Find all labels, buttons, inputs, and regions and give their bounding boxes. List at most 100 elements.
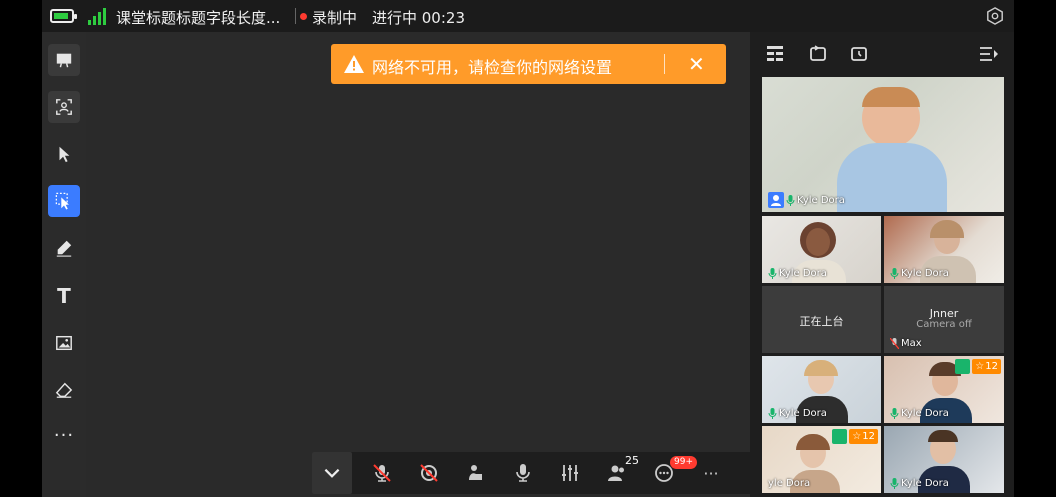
- green-award-icon: [832, 429, 848, 444]
- participant-name-tag: Kyle Dora: [768, 268, 827, 279]
- participant-name: Kyle Dora: [901, 408, 949, 419]
- more-options-button[interactable]: ···: [691, 452, 731, 494]
- toast-message: 网络不可用，请检查你的网络设置: [372, 58, 613, 77]
- mic-on-icon: [768, 408, 777, 419]
- text-tool-label: T: [57, 284, 71, 308]
- screen-share-icon[interactable]: [48, 91, 80, 123]
- signal-icon: [88, 8, 110, 25]
- participant-tile[interactable]: Kyle Dora: [884, 426, 1004, 493]
- camera-off-icon: [420, 464, 438, 482]
- mute-mic-button[interactable]: [362, 452, 402, 494]
- green-award-icon: [955, 359, 971, 374]
- star-count: 12: [985, 361, 998, 372]
- participant-name: Kyle Dora: [797, 194, 845, 206]
- mic-on-icon: [890, 478, 899, 489]
- battery-icon: [50, 9, 77, 23]
- warning-icon: [344, 55, 364, 73]
- select-icon[interactable]: [48, 185, 80, 217]
- mic-off-icon: [373, 464, 391, 482]
- star-count: 12: [862, 431, 875, 442]
- on-stage-status: 正在上台: [799, 315, 844, 328]
- participant-name: Kyle Dora: [779, 408, 827, 419]
- participant-name: Kyle Dora: [779, 268, 827, 279]
- equalizer-icon: [562, 465, 578, 481]
- collapse-controls-button[interactable]: [312, 452, 352, 494]
- participant-tile[interactable]: Kyle Dora: [884, 216, 1004, 283]
- camera-off-button[interactable]: [409, 452, 449, 494]
- collapse-panel-icon[interactable]: [978, 43, 1000, 65]
- more-tools-button[interactable]: ···: [48, 422, 80, 454]
- participant-name-tag: Kyle Dora: [768, 192, 845, 208]
- participants-count: 25: [625, 454, 639, 467]
- participant-name: Max: [901, 338, 922, 349]
- image-icon[interactable]: [48, 327, 80, 359]
- settings-hex-icon[interactable]: [986, 7, 1004, 25]
- text-tool[interactable]: T: [48, 280, 80, 312]
- participant-face: [806, 228, 830, 256]
- whiteboard-toolbar: T ···: [42, 32, 86, 497]
- participant-tile[interactable]: ☆ 12 yle Dora: [762, 426, 881, 493]
- mic-on-icon: [786, 194, 795, 206]
- class-title: 课堂标题标题字段长度...: [116, 9, 281, 27]
- recording-dot-icon: [300, 13, 307, 20]
- pointer-icon[interactable]: [48, 138, 80, 170]
- star-icon: ☆: [852, 431, 862, 442]
- participant-tile[interactable]: Kyle Dora: [762, 216, 881, 283]
- more-tools-label: ···: [53, 424, 75, 446]
- participant-name-tag: Kyle Dora: [890, 478, 949, 489]
- star-icon: ☆: [975, 361, 985, 372]
- switch-view-icon[interactable]: [807, 43, 829, 65]
- participant-tile-status[interactable]: 正在上台: [762, 286, 881, 353]
- app-window: 课堂标题标题字段长度... 录制中 进行中 00:23 T ··· 网络不可用，…: [42, 0, 1014, 497]
- layout-icon[interactable]: [764, 43, 786, 65]
- more-options-label: ···: [703, 463, 719, 483]
- participants-button[interactable]: 25: [597, 452, 639, 494]
- audio-settings-button[interactable]: [503, 452, 543, 494]
- stage-seat-icon: [469, 465, 482, 480]
- participant-hair: [796, 434, 830, 450]
- participant-name: yle Dora: [768, 478, 811, 489]
- participant-hair: [862, 87, 920, 107]
- recording-label: 录制中: [312, 9, 358, 27]
- participant-name-tag: yle Dora: [768, 478, 810, 489]
- participant-hair: [804, 360, 838, 376]
- mic-off-icon: [890, 338, 899, 349]
- participant-name-tag: Kyle Dora: [890, 268, 949, 279]
- reward-badge: ☆ 12: [955, 359, 1001, 374]
- toast-close-button[interactable]: ✕: [688, 52, 705, 76]
- class-progress-timer: 进行中 00:23: [372, 9, 465, 27]
- chevron-down-icon: [324, 468, 340, 478]
- rotate-view-icon[interactable]: [848, 43, 870, 65]
- whiteboard-canvas[interactable]: [86, 32, 750, 497]
- participant-tile[interactable]: ☆ 12 Kyle Dora: [884, 356, 1004, 423]
- participant-tile[interactable]: Kyle Dora: [762, 356, 881, 423]
- whiteboard-icon[interactable]: [48, 44, 80, 76]
- reward-badge: ☆ 12: [832, 429, 878, 444]
- participant-name-tag: Kyle Dora: [890, 408, 949, 419]
- status-bar: 课堂标题标题字段长度... 录制中 进行中 00:23: [42, 0, 1014, 32]
- divider: [295, 8, 296, 24]
- participant-tile-host[interactable]: Kyle Dora: [762, 77, 1004, 212]
- star-count-badge: ☆ 12: [972, 359, 1001, 374]
- participant-name: Kyle Dora: [901, 478, 949, 489]
- eraser-icon[interactable]: [48, 374, 80, 406]
- mic-on-icon: [768, 268, 777, 279]
- pen-icon[interactable]: [48, 232, 80, 264]
- toast-divider: [664, 54, 665, 74]
- star-count-badge: ☆ 12: [849, 429, 878, 444]
- participant-tile-camera-off[interactable]: Jnner Camera off Max: [884, 286, 1004, 353]
- network-warning-toast: 网络不可用，请检查你的网络设置 ✕: [331, 44, 726, 84]
- host-avatar-icon: [768, 192, 784, 208]
- mic-on-icon: [890, 268, 899, 279]
- participant-name-tag: Max: [890, 338, 922, 349]
- participant-hair: [928, 430, 958, 442]
- meeting-controls: 25 99+ ···: [312, 452, 788, 494]
- mic-on-icon: [890, 408, 899, 419]
- chat-button[interactable]: 99+: [644, 452, 697, 494]
- participant-name-tag: Kyle Dora: [768, 408, 827, 419]
- participant-shirt: [837, 143, 947, 212]
- equalizer-button[interactable]: [550, 452, 590, 494]
- raise-hand-stage-button[interactable]: [456, 452, 496, 494]
- panel-header: [750, 32, 1014, 74]
- participant-name: Kyle Dora: [901, 268, 949, 279]
